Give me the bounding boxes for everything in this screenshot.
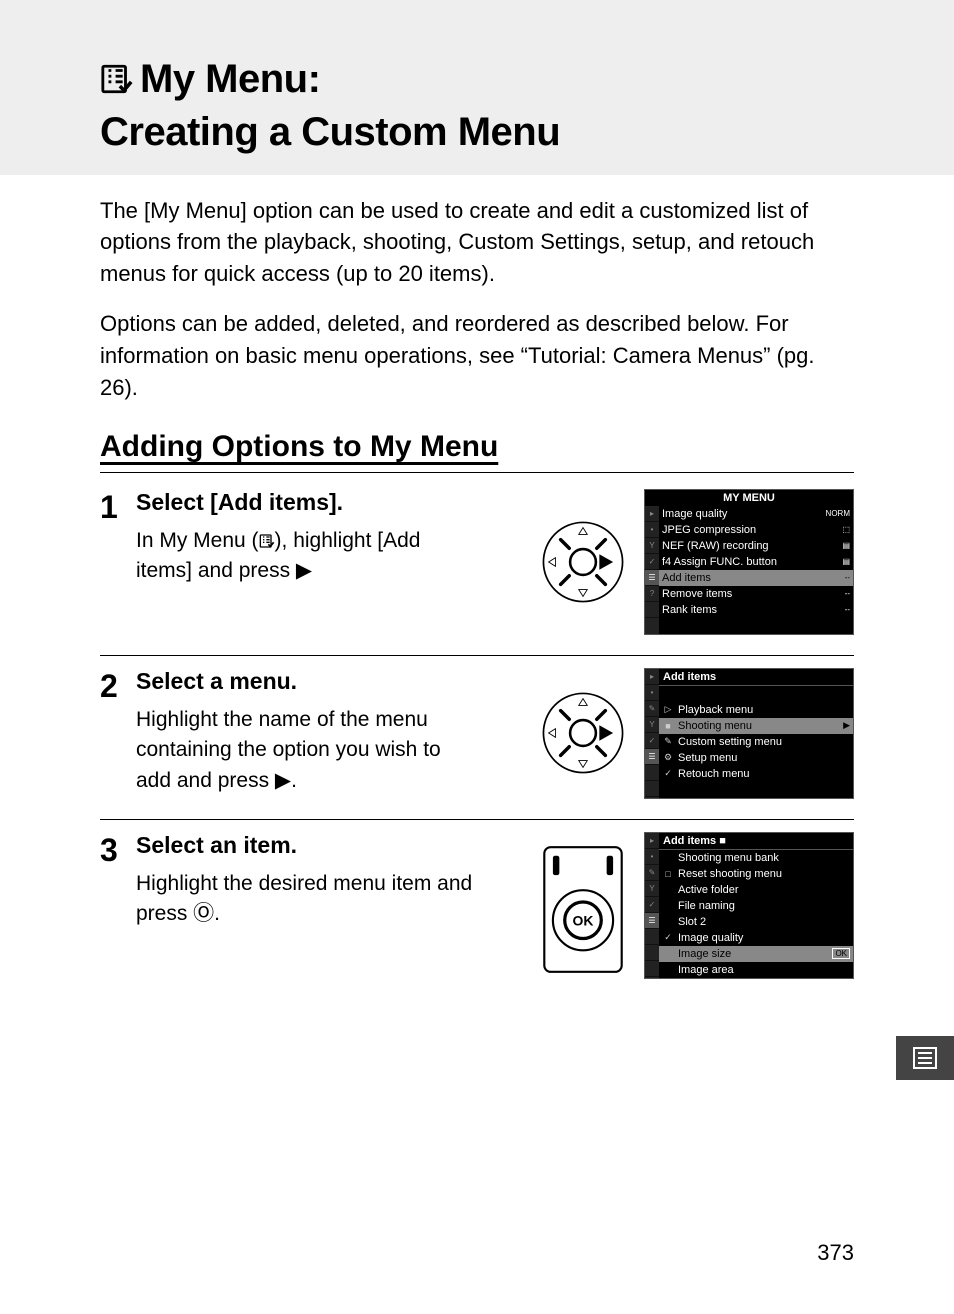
page-header: My Menu: Creating a Custom Menu [0,0,954,175]
title-line-1: My Menu: [140,57,320,101]
step-title: Select [Add items]. [136,489,476,516]
lcd-menu-item: ■Shooting menu▶ [659,718,853,734]
step-number: 2 [100,668,124,702]
lcd-screenshot-add-items: ▸•✎Y✓☰ Add items ▷Playback menu■Shooting… [644,668,854,799]
lcd-title: MY MENU [645,490,853,506]
intro-paragraph-2: Options can be added, deleted, and reord… [100,308,854,404]
section-heading: Adding Options to My Menu [100,430,854,473]
lcd-screenshot-shooting-items: ▸•✎Y✓☰ Add items ■ Shooting menu bank□Re… [644,832,854,979]
step-description: Highlight the name of the menu containin… [136,705,476,796]
lcd-menu-item: Remove items-- [659,586,853,602]
lcd-tab-column: ▸•✎Y✓☰ [645,669,659,798]
lcd-title: Add items [659,669,853,686]
lcd-menu-item: NEF (RAW) recording▤ [659,538,853,554]
step-3: 3 Select an item. Highlight the desired … [100,820,854,999]
lcd-screenshot-mymenu: MY MENU ▸•Y✓☰? Image qualityNORMJPEG com… [644,489,854,635]
title-line-2: Creating a Custom Menu [100,110,560,154]
step-2: 2 Select a menu. Highlight the name of t… [100,656,854,820]
step-description: In My Menu (), highlight [Add items] and… [136,526,476,587]
mymenu-icon-inline [259,531,275,551]
lcd-menu-item: Image sizeOK [659,946,853,962]
lcd-menu-item: □Reset shooting menu [659,866,853,882]
lcd-menu-item: ▷Playback menu [659,702,853,718]
lcd-menu-item: ✓Image quality [659,930,853,946]
section-tab-icon [896,1036,954,1080]
lcd-menu-item: Image qualityNORM [659,506,853,522]
lcd-menu-item: f4 Assign FUNC. button▤ [659,554,853,570]
lcd-menu-item: Shooting menu bank [659,850,853,866]
mymenu-icon [100,59,134,108]
multi-selector-right-icon [540,690,626,776]
svg-text:OK: OK [573,913,594,929]
lcd-title: Add items ■ [659,833,853,850]
lcd-menu-item: ✓Retouch menu [659,766,853,782]
lcd-tab-column: ▸•✎Y✓☰ [645,833,659,978]
lcd-menu-item: Active folder [659,882,853,898]
lcd-tab-column: ▸•Y✓☰? [645,506,659,634]
lcd-menu-item: ⚙Setup menu [659,750,853,766]
lcd-menu-item: Slot 2 [659,914,853,930]
step-title: Select a menu. [136,668,476,695]
intro-paragraph-1: The [My Menu] option can be used to crea… [100,195,854,291]
page-number: 373 [817,1240,854,1266]
step-number: 3 [100,832,124,866]
lcd-menu-item: Image area [659,962,853,978]
lcd-menu-item: Rank items-- [659,602,853,618]
lcd-menu-item: File naming [659,898,853,914]
step-1: 1 Select [Add items]. In My Menu (), hig… [100,477,854,656]
multi-selector-right-icon [540,519,626,605]
page-title: My Menu: Creating a Custom Menu [100,55,954,157]
ok-button-icon: OK [540,845,626,965]
lcd-menu-item: ✎Custom setting menu [659,734,853,750]
step-title: Select an item. [136,832,476,859]
lcd-menu-item: JPEG compression⬚ [659,522,853,538]
lcd-menu-item: Add items-- [659,570,853,586]
step-number: 1 [100,489,124,523]
step-description: Highlight the desired menu item and pres… [136,869,476,930]
